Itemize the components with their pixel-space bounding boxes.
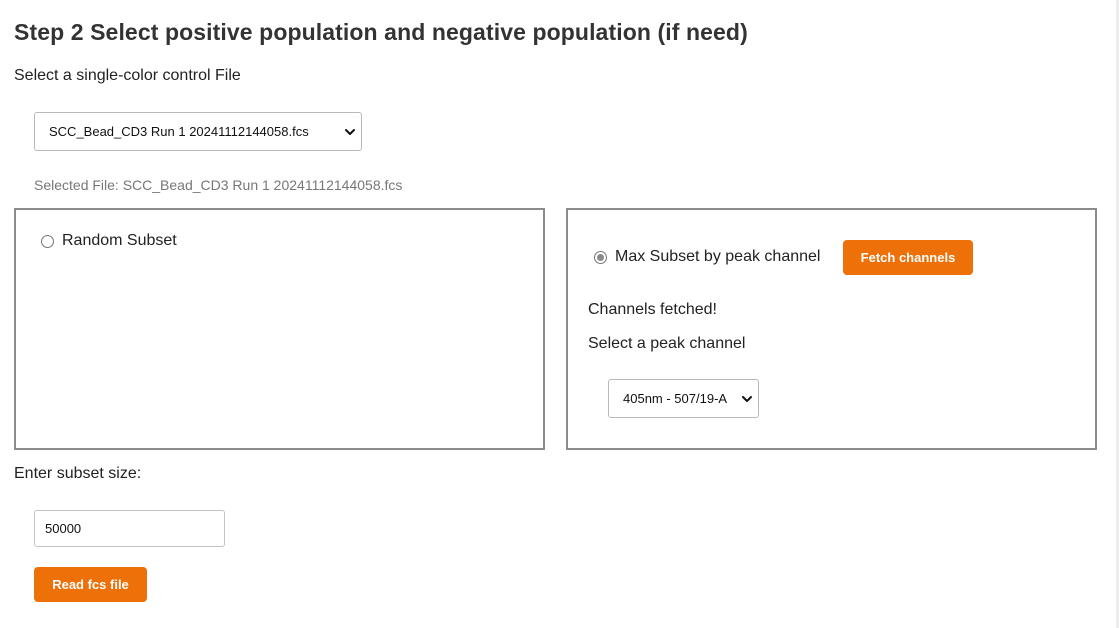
subset-size-input[interactable] [34,510,225,547]
peak-channel-select-value: 405nm - 507/19-A [623,391,728,406]
control-file-select-value: SCC_Bead_CD3 Run 1 20241112144058.fcs [49,124,309,139]
control-file-select[interactable]: SCC_Bead_CD3 Run 1 20241112144058.fcs [34,112,362,151]
control-file-label: Select a single-color control File [14,67,241,84]
max-subset-label: Max Subset by peak channel [615,248,821,265]
page: Step 2 Select positive population and ne… [0,0,1119,628]
random-subset-option[interactable]: Random Subset [41,232,177,250]
random-subset-label: Random Subset [62,232,177,249]
max-subset-option[interactable]: Max Subset by peak channel [594,248,820,266]
read-fcs-file-button[interactable]: Read fcs file [34,567,147,602]
chevron-down-icon [742,395,752,402]
subset-size-label: Enter subset size: [14,465,142,482]
peak-channel-label: Select a peak channel [588,335,746,352]
chevron-down-icon [345,128,355,135]
selected-file-text: Selected File: SCC_Bead_CD3 Run 1 202411… [34,177,403,193]
random-subset-radio[interactable] [41,234,54,248]
random-subset-panel: Random Subset [14,208,545,450]
fetch-channels-button[interactable]: Fetch channels [843,240,973,275]
max-subset-panel: Max Subset by peak channel Fetch channel… [566,208,1097,450]
channels-status-text: Channels fetched! [588,301,717,318]
page-title: Step 2 Select positive population and ne… [14,19,748,45]
peak-channel-select[interactable]: 405nm - 507/19-A [608,379,759,418]
max-subset-radio[interactable] [594,250,607,264]
